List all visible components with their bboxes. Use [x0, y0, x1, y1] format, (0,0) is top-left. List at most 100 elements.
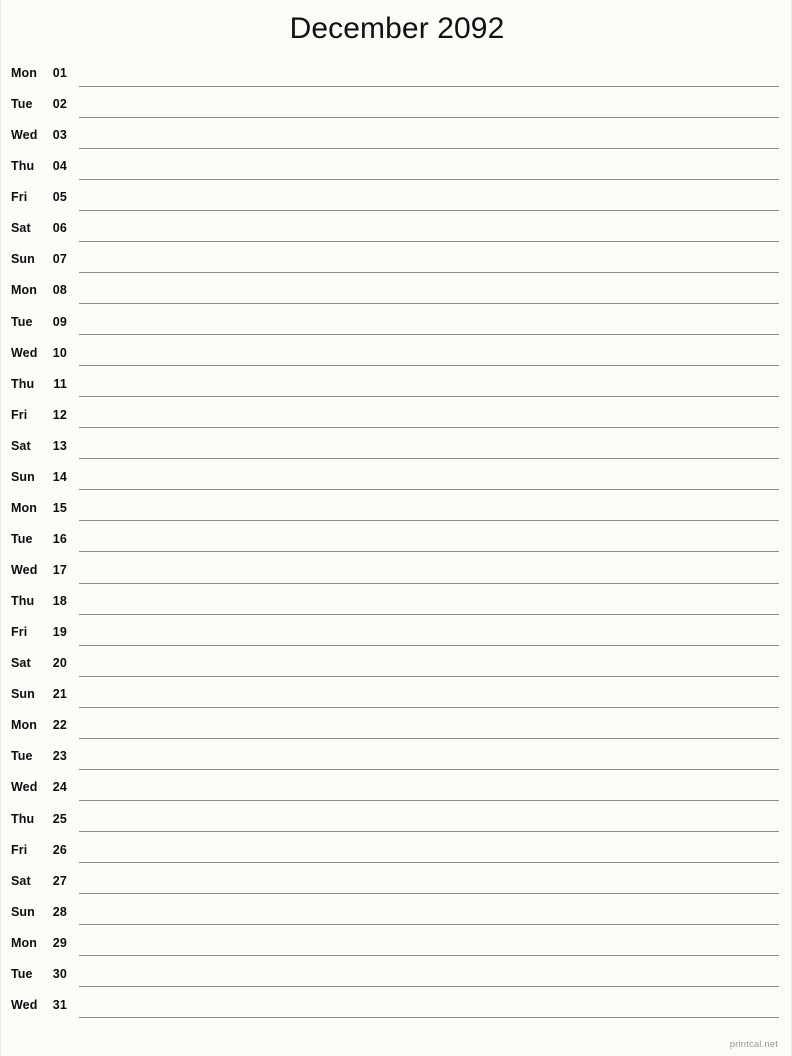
note-writing-line[interactable] — [79, 644, 779, 646]
note-writing-line[interactable] — [79, 209, 779, 211]
day-number: 10 — [52, 345, 67, 360]
day-row[interactable]: Wed 10 — [1, 340, 792, 371]
calendar-page: December 2092 Mon 01 Tue 02 Wed 03 Thu 04 Fri 05 S… — [0, 0, 792, 1056]
note-writing-line[interactable] — [79, 675, 779, 677]
note-writing-line[interactable] — [79, 986, 779, 988]
day-row[interactable]: Fri 05 — [1, 184, 792, 215]
day-number: 19 — [52, 625, 67, 640]
weekday-label: Tue — [11, 97, 33, 112]
weekday-label: Fri — [11, 625, 28, 640]
day-number: 13 — [52, 438, 67, 453]
note-writing-line[interactable] — [79, 427, 779, 429]
day-number: 23 — [52, 749, 67, 764]
day-row[interactable]: Tue 30 — [1, 961, 792, 992]
note-writing-line[interactable] — [79, 582, 779, 584]
day-row[interactable]: Mon 22 — [1, 712, 792, 743]
day-row[interactable]: Sun 28 — [1, 899, 792, 930]
day-row[interactable]: Wed 03 — [1, 122, 792, 153]
note-writing-line[interactable] — [79, 520, 779, 522]
day-row[interactable]: Sat 20 — [1, 650, 792, 681]
weekday-label: Sat — [11, 221, 31, 236]
day-row[interactable]: Tue 02 — [1, 91, 792, 122]
note-writing-line[interactable] — [79, 240, 779, 242]
day-number: 18 — [52, 594, 67, 609]
note-writing-line[interactable] — [79, 302, 779, 304]
note-writing-line[interactable] — [79, 271, 779, 273]
note-writing-line[interactable] — [79, 489, 779, 491]
day-row[interactable]: Thu 18 — [1, 588, 792, 619]
day-row[interactable]: Wed 31 — [1, 992, 792, 1023]
note-writing-line[interactable] — [79, 613, 779, 615]
day-number: 24 — [52, 780, 67, 795]
note-writing-line[interactable] — [79, 551, 779, 553]
day-row[interactable]: Fri 26 — [1, 837, 792, 868]
day-row[interactable]: Sat 13 — [1, 433, 792, 464]
note-writing-line[interactable] — [79, 862, 779, 864]
day-number: 15 — [52, 500, 67, 515]
day-row[interactable]: Mon 01 — [1, 60, 792, 91]
note-writing-line[interactable] — [79, 768, 779, 770]
weekday-label: Fri — [11, 842, 28, 857]
note-writing-line[interactable] — [79, 365, 779, 367]
day-number: 25 — [52, 811, 67, 826]
day-number: 02 — [52, 97, 67, 112]
day-row[interactable]: Tue 16 — [1, 526, 792, 557]
note-writing-line[interactable] — [79, 737, 779, 739]
day-number: 05 — [52, 190, 67, 205]
day-row[interactable]: Wed 17 — [1, 557, 792, 588]
note-writing-line[interactable] — [79, 831, 779, 832]
day-row[interactable]: Tue 09 — [1, 309, 792, 340]
note-writing-line[interactable] — [79, 147, 779, 149]
note-writing-line[interactable] — [79, 893, 779, 895]
day-row[interactable]: Sat 27 — [1, 868, 792, 899]
note-writing-line[interactable] — [79, 334, 779, 335]
note-writing-line[interactable] — [79, 178, 779, 180]
page-title: December 2092 — [289, 12, 505, 45]
day-row[interactable]: Tue 23 — [1, 743, 792, 774]
day-number: 14 — [52, 469, 67, 484]
note-writing-line[interactable] — [79, 396, 779, 398]
weekday-label: Sat — [11, 656, 31, 671]
day-number: 16 — [52, 531, 67, 546]
weekday-label: Sat — [11, 873, 31, 888]
day-row[interactable]: Thu 25 — [1, 806, 792, 837]
note-writing-line[interactable] — [79, 85, 779, 87]
site-watermark: printcal.net — [729, 1039, 778, 1050]
day-row[interactable]: Thu 11 — [1, 371, 792, 402]
day-row-list: Mon 01 Tue 02 Wed 03 Thu 04 Fri 05 Sat 06 Sun 07 Mon 08… — [1, 60, 792, 1023]
day-number: 01 — [52, 66, 67, 80]
day-row[interactable]: Mon 08 — [1, 277, 792, 308]
day-row[interactable]: Sun 21 — [1, 681, 792, 712]
day-number: 31 — [52, 997, 67, 1012]
day-row[interactable]: Wed 24 — [1, 774, 792, 805]
day-row[interactable]: Thu 04 — [1, 153, 792, 184]
day-row[interactable]: Fri 12 — [1, 402, 792, 433]
day-number: 12 — [52, 407, 67, 422]
day-number: 11 — [53, 376, 67, 391]
note-writing-line[interactable] — [79, 706, 779, 708]
weekday-label: Sat — [11, 438, 31, 453]
day-row[interactable]: Mon 15 — [1, 495, 792, 526]
note-writing-line[interactable] — [79, 924, 779, 926]
day-row[interactable]: Sun 07 — [1, 246, 792, 277]
note-writing-line[interactable] — [79, 458, 779, 460]
day-number: 21 — [52, 687, 67, 702]
day-row[interactable]: Mon 29 — [1, 930, 792, 961]
day-number: 03 — [52, 128, 67, 143]
day-number: 09 — [52, 314, 67, 329]
day-row[interactable]: Sat 06 — [1, 215, 792, 246]
day-number: 04 — [52, 159, 67, 174]
day-row[interactable]: Sun 14 — [1, 464, 792, 495]
day-number: 28 — [52, 904, 67, 919]
note-writing-line[interactable] — [79, 1017, 779, 1019]
day-row[interactable]: Fri 19 — [1, 619, 792, 650]
note-writing-line[interactable] — [79, 799, 779, 801]
note-writing-line[interactable] — [79, 955, 779, 957]
weekday-label: Fri — [11, 407, 28, 422]
day-number: 20 — [52, 656, 67, 671]
note-writing-line[interactable] — [79, 116, 779, 118]
day-number: 29 — [52, 935, 67, 950]
day-number: 06 — [52, 221, 67, 236]
day-number: 27 — [52, 873, 67, 888]
day-number: 17 — [52, 563, 67, 577]
